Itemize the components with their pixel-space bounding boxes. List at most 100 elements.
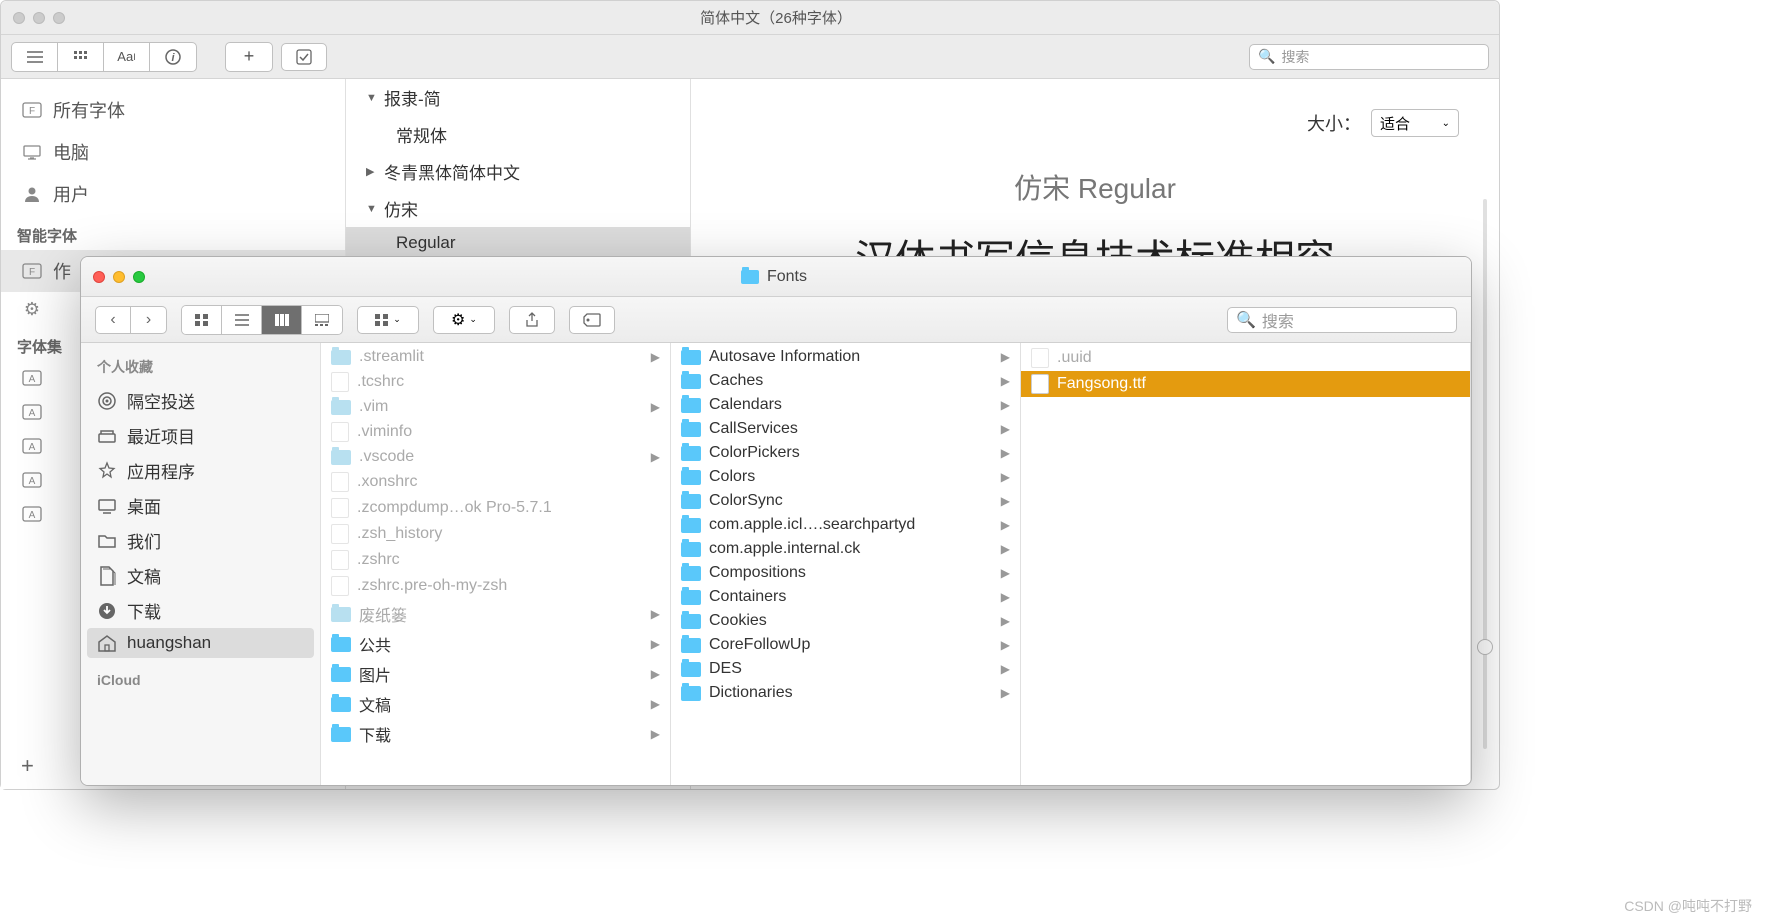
- gallery-view-button[interactable]: [302, 306, 342, 334]
- file-row[interactable]: ColorPickers▶: [671, 441, 1020, 465]
- file-row[interactable]: .uuid: [1021, 345, 1470, 371]
- minimize-button[interactable]: [33, 12, 45, 24]
- forward-button[interactable]: ›: [131, 306, 167, 334]
- chevron-right-icon: ▶: [651, 727, 660, 741]
- file-row[interactable]: .tcshrc: [321, 369, 670, 395]
- chevron-right-icon: ▶: [1001, 662, 1010, 676]
- font-family-row[interactable]: ▼仿宋: [346, 190, 690, 227]
- finder-columns: .streamlit▶.tcshrc.vim▶.viminfo.vscode▶.…: [321, 343, 1471, 785]
- maximize-button[interactable]: [53, 12, 65, 24]
- back-button[interactable]: ‹: [95, 306, 131, 334]
- size-slider[interactable]: [1483, 199, 1487, 749]
- chevron-right-icon: ▶: [651, 450, 660, 464]
- list-view-button[interactable]: [222, 306, 262, 334]
- sample-view-button[interactable]: AaI: [104, 43, 150, 71]
- sidebar-all-fonts[interactable]: F 所有字体: [1, 89, 345, 131]
- folder-icon: [681, 446, 701, 461]
- sidebar-user[interactable]: 用户: [1, 173, 345, 215]
- size-select[interactable]: 适合 ⌄: [1371, 109, 1459, 137]
- sidebar-item-recents[interactable]: 最近项目: [81, 418, 320, 453]
- font-icon: F: [21, 101, 43, 119]
- close-button[interactable]: [13, 12, 25, 24]
- file-row[interactable]: DES▶: [671, 657, 1020, 681]
- font-style-row[interactable]: 常规体: [346, 116, 690, 153]
- finder-window: Fonts ‹ › ⌄ ⚙⌄ 🔍 搜索 个人收藏 隔空投送最近项目应用程序桌面我…: [80, 256, 1472, 786]
- file-row[interactable]: 下载▶: [321, 719, 670, 749]
- sidebar-item-folder[interactable]: 我们: [81, 523, 320, 558]
- sidebar-item-documents[interactable]: 文稿: [81, 558, 320, 593]
- file-row[interactable]: 文稿▶: [321, 689, 670, 719]
- finder-title: Fonts: [145, 268, 1403, 286]
- file-row[interactable]: Colors▶: [671, 465, 1020, 489]
- file-row[interactable]: com.apple.icl….searchpartyd▶: [671, 513, 1020, 537]
- folder-icon: [681, 566, 701, 581]
- file-row[interactable]: .zsh_history: [321, 521, 670, 547]
- file-row[interactable]: .vscode▶: [321, 445, 670, 469]
- slider-thumb[interactable]: [1477, 639, 1493, 655]
- font-family-row[interactable]: ▶冬青黑体简体中文: [346, 153, 690, 190]
- font-style-row[interactable]: Regular: [346, 227, 690, 259]
- folder-icon: [331, 637, 351, 652]
- file-row[interactable]: CallServices▶: [671, 417, 1020, 441]
- info-view-button[interactable]: i: [150, 43, 196, 71]
- file-row[interactable]: 废纸篓▶: [321, 599, 670, 629]
- file-row[interactable]: Caches▶: [671, 369, 1020, 393]
- fontbook-titlebar: 简体中文（26种字体）: [1, 1, 1499, 35]
- chevron-right-icon: ▶: [1001, 422, 1010, 436]
- file-row[interactable]: ColorSync▶: [671, 489, 1020, 513]
- favorites-header: 个人收藏: [81, 351, 320, 383]
- validate-button[interactable]: [281, 43, 327, 71]
- share-button[interactable]: [509, 306, 555, 334]
- sidebar-item-home[interactable]: huangshan: [87, 628, 314, 658]
- sidebar-item-applications[interactable]: 应用程序: [81, 453, 320, 488]
- sidebar-item-downloads[interactable]: 下载: [81, 593, 320, 628]
- chevron-right-icon: ▶: [651, 400, 660, 414]
- minimize-button[interactable]: [113, 271, 125, 283]
- file-row[interactable]: .vim▶: [321, 395, 670, 419]
- desktop-icon: [97, 496, 117, 516]
- grid-view-button[interactable]: [58, 43, 104, 71]
- file-row[interactable]: Containers▶: [671, 585, 1020, 609]
- icon-view-button[interactable]: [182, 306, 222, 334]
- file-row[interactable]: CoreFollowUp▶: [671, 633, 1020, 657]
- group-button[interactable]: ⌄: [357, 306, 419, 334]
- file-row[interactable]: .zshrc.pre-oh-my-zsh: [321, 573, 670, 599]
- file-row[interactable]: .viminfo: [321, 419, 670, 445]
- file-row[interactable]: 图片▶: [321, 659, 670, 689]
- file-row[interactable]: Autosave Information▶: [671, 345, 1020, 369]
- chevron-right-icon: ▶: [651, 350, 660, 364]
- file-row[interactable]: .streamlit▶: [321, 345, 670, 369]
- fontbook-search[interactable]: 🔍 搜索: [1249, 44, 1489, 70]
- file-row[interactable]: Calendars▶: [671, 393, 1020, 417]
- file-row[interactable]: .zcompdump…ok Pro-5.7.1: [321, 495, 670, 521]
- sidebar-item-airdrop[interactable]: 隔空投送: [81, 383, 320, 418]
- gear-icon: ⚙: [451, 310, 465, 330]
- file-row[interactable]: .xonshrc: [321, 469, 670, 495]
- chevron-right-icon: ▶: [1001, 638, 1010, 652]
- tag-button[interactable]: [569, 306, 615, 334]
- font-family-row[interactable]: ▼报隶-简: [346, 79, 690, 116]
- sidebar-computer[interactable]: 电脑: [1, 131, 345, 173]
- file-row[interactable]: Compositions▶: [671, 561, 1020, 585]
- add-font-button[interactable]: +: [226, 43, 272, 71]
- maximize-button[interactable]: [133, 271, 145, 283]
- column-view-button[interactable]: [262, 306, 302, 334]
- close-button[interactable]: [93, 271, 105, 283]
- sidebar-item-desktop[interactable]: 桌面: [81, 488, 320, 523]
- file-row[interactable]: Fangsong.ttf: [1021, 371, 1470, 397]
- list-view-button[interactable]: [12, 43, 58, 71]
- folder-icon: [97, 531, 117, 551]
- finder-search[interactable]: 🔍 搜索: [1227, 307, 1457, 333]
- file-row[interactable]: Dictionaries▶: [671, 681, 1020, 705]
- file-row[interactable]: .zshrc: [321, 547, 670, 573]
- file-row[interactable]: com.apple.internal.ck▶: [671, 537, 1020, 561]
- folder-icon: [681, 422, 701, 437]
- action-button[interactable]: ⚙⌄: [433, 306, 495, 334]
- file-row[interactable]: Cookies▶: [671, 609, 1020, 633]
- folder-icon: [681, 662, 701, 677]
- fontbook-toolbar: AaI i + 🔍 搜索: [1, 35, 1499, 79]
- disclosure-icon: ▼: [366, 92, 378, 104]
- file-row[interactable]: 公共▶: [321, 629, 670, 659]
- add-collection-button[interactable]: +: [21, 753, 34, 779]
- watermark: CSDN @吨吨不打野: [1624, 896, 1752, 916]
